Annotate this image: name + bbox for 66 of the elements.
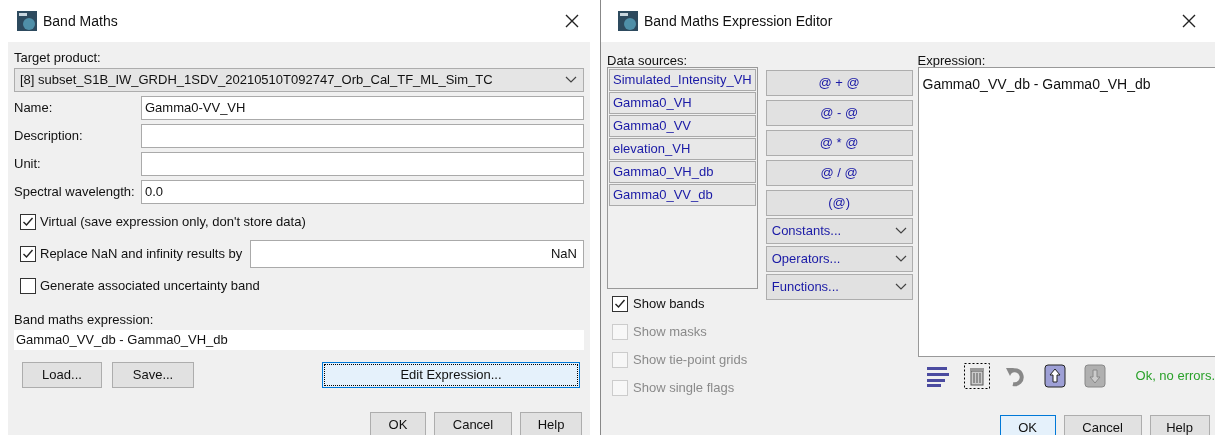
text-field[interactable]: NaN <box>250 240 584 268</box>
list-item[interactable]: Gamma0_VH_db <box>609 161 756 183</box>
operator-button[interactable]: @ * @ <box>765 130 913 156</box>
text-list-icon[interactable] <box>925 364 950 388</box>
operator-button[interactable]: @ - @ <box>765 100 913 126</box>
checkbox[interactable] <box>612 296 628 312</box>
button[interactable]: Help <box>520 412 582 435</box>
field-label: Target product: <box>14 49 102 66</box>
window-title: Band Maths Expression Editor <box>644 11 833 31</box>
window-title: Band Maths <box>43 11 118 31</box>
button[interactable]: Save... <box>112 362 194 388</box>
checkbox[interactable] <box>20 246 36 262</box>
field-label: Unit: <box>14 155 42 174</box>
checkbox-label: Show tie-point grids <box>633 351 748 370</box>
operator-button[interactable]: @ + @ <box>765 70 913 96</box>
button[interactable]: Help <box>1149 415 1210 435</box>
list-item[interactable]: elevation_VH <box>609 138 756 160</box>
chevron-down-icon <box>565 76 577 84</box>
button[interactable]: Cancel <box>1063 415 1142 435</box>
button[interactable]: OK <box>370 412 426 435</box>
button[interactable]: Load... <box>22 362 102 388</box>
chevron-down-icon <box>894 255 907 263</box>
app-icon <box>618 11 638 31</box>
checkbox-label: Replace NaN and infinity results by <box>40 245 243 264</box>
checkbox-label: Show masks <box>633 323 707 342</box>
menu-dropdown[interactable]: Constants... <box>765 218 913 244</box>
product-dropdown[interactable]: [8] subset_S1B_IW_GRDH_1SDV_20210510T092747_Orb_Cal_TF_ML_Sim_TC <box>14 68 584 92</box>
checkbox-label: Generate associated uncertainty band <box>40 277 260 296</box>
checkbox-label: Show bands <box>633 295 705 314</box>
field-label: Expression: <box>917 52 987 67</box>
text-field[interactable] <box>141 124 584 148</box>
checkbox[interactable] <box>20 214 36 230</box>
checkbox-label: Virtual (save expression only, don't store data) <box>40 213 306 232</box>
expression-editor-field[interactable]: Gamma0_VV_db - Gamma0_VH_db <box>917 67 1215 357</box>
close-icon[interactable] <box>564 13 580 29</box>
upload-icon[interactable] <box>1041 363 1068 389</box>
list-item[interactable]: Gamma0_VV_db <box>609 184 756 206</box>
status-text: Ok, no errors. <box>1135 367 1215 386</box>
field-label: Spectral wavelength: <box>14 183 136 202</box>
button[interactable]: OK <box>999 415 1056 435</box>
expression-field[interactable]: Gamma0_VV_db - Gamma0_VH_db <box>14 330 584 350</box>
operator-button[interactable]: (@) <box>765 190 913 216</box>
menu-dropdown[interactable]: Operators... <box>765 246 913 272</box>
field-label: Description: <box>14 127 84 146</box>
menu-dropdown[interactable]: Functions... <box>765 274 913 300</box>
chevron-down-icon <box>894 227 907 235</box>
download-icon[interactable] <box>1081 363 1108 389</box>
text-field[interactable]: 0.0 <box>141 180 584 204</box>
field-label: Name: <box>14 99 54 118</box>
text-field[interactable] <box>141 152 584 176</box>
button[interactable]: Cancel <box>434 412 512 435</box>
field-label: Band maths expression: <box>14 311 155 328</box>
data-source-list[interactable]: Simulated_Intensity_VH Gamma0_VH Gamma0_VV elevation_VH Gamma0_VH_db Gamma0_VV_db <box>607 67 758 289</box>
list-item[interactable]: Gamma0_VH <box>609 92 756 114</box>
list-item[interactable]: Simulated_Intensity_VH <box>609 69 756 91</box>
checkbox-label: Show single flags <box>633 379 735 398</box>
close-icon[interactable] <box>1181 13 1197 29</box>
operator-button[interactable]: @ / @ <box>765 160 913 186</box>
list-item[interactable]: Gamma0_VV <box>609 115 756 137</box>
app-icon <box>17 11 37 31</box>
chevron-down-icon <box>894 283 907 291</box>
field-label: Data sources: <box>607 52 689 67</box>
text-field[interactable]: Gamma0-VV_VH <box>141 96 584 120</box>
checkbox[interactable] <box>20 278 36 294</box>
trash-icon[interactable] <box>963 363 990 389</box>
edit-expression-button[interactable]: Edit Expression... <box>322 362 580 388</box>
